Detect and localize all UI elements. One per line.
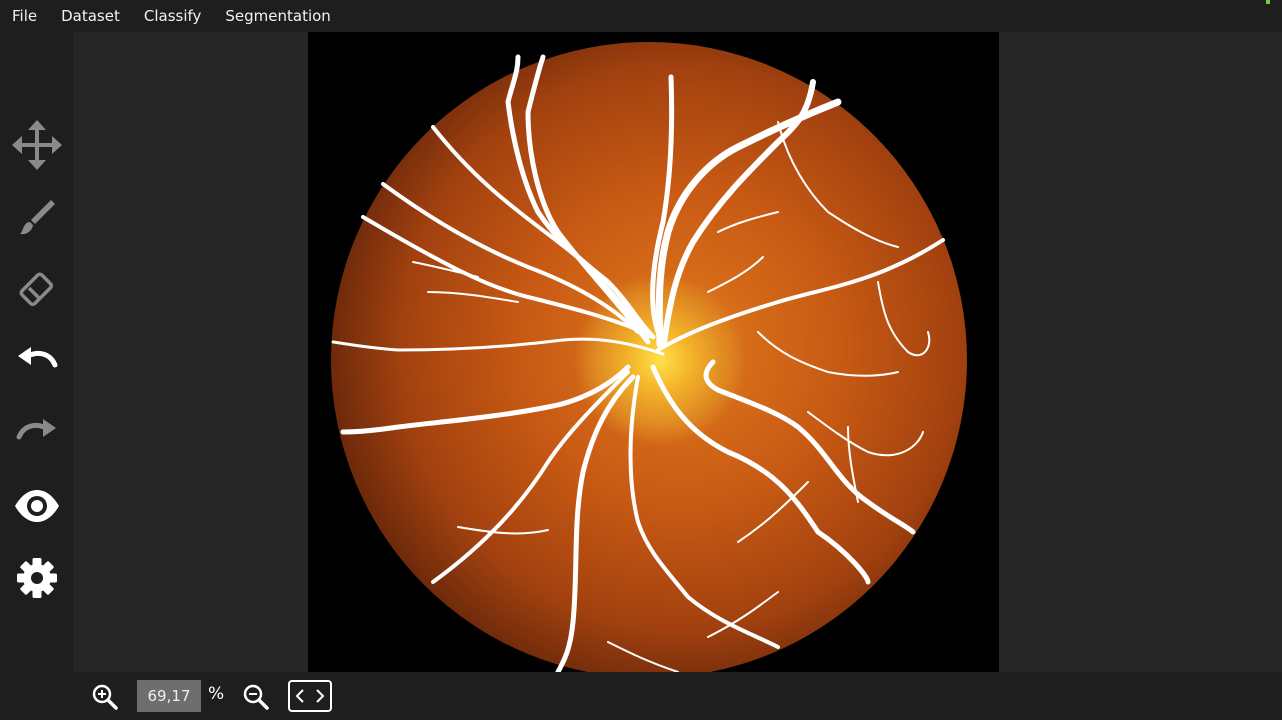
zoom-bar: %	[0, 672, 1282, 720]
eraser-icon	[19, 272, 54, 307]
eraser-tool-button[interactable]	[8, 261, 66, 319]
brush-icon	[20, 200, 55, 235]
chevron-right-icon	[315, 689, 325, 703]
image-canvas[interactable]	[73, 32, 1282, 672]
menu-dataset[interactable]: Dataset	[49, 0, 132, 32]
previous-image-button[interactable]	[291, 683, 309, 709]
menu-bar: File Dataset Classify Segmentation	[0, 0, 1282, 32]
redo-button[interactable]	[8, 405, 66, 463]
next-image-button[interactable]	[311, 683, 329, 709]
image-navigation	[288, 680, 332, 712]
menu-segmentation[interactable]: Segmentation	[213, 0, 342, 32]
move-tool-button[interactable]	[8, 116, 66, 174]
tool-sidebar	[0, 32, 73, 672]
redo-icon	[16, 419, 56, 440]
zoom-out-icon	[243, 684, 269, 710]
fundus-image-view[interactable]	[308, 32, 999, 672]
zoom-level-input[interactable]	[137, 680, 201, 712]
visibility-toggle-button[interactable]	[8, 477, 66, 535]
gear-icon	[17, 558, 57, 598]
menu-file[interactable]: File	[0, 0, 49, 32]
undo-icon	[18, 347, 58, 368]
move-icon	[12, 120, 62, 170]
status-indicator	[1266, 0, 1270, 4]
zoom-in-button[interactable]	[90, 682, 120, 712]
undo-button[interactable]	[8, 333, 66, 391]
settings-button[interactable]	[8, 549, 66, 607]
menu-classify[interactable]: Classify	[132, 0, 214, 32]
zoom-percent-label: %	[208, 684, 225, 704]
fundus-image	[308, 32, 999, 672]
chevron-left-icon	[295, 689, 305, 703]
app-window: File Dataset Classify Segmentation 69,17…	[0, 0, 1282, 720]
zoom-in-icon	[92, 684, 118, 710]
zoom-out-button[interactable]	[241, 682, 271, 712]
eye-icon	[15, 490, 59, 522]
brush-tool-button[interactable]	[8, 189, 66, 247]
